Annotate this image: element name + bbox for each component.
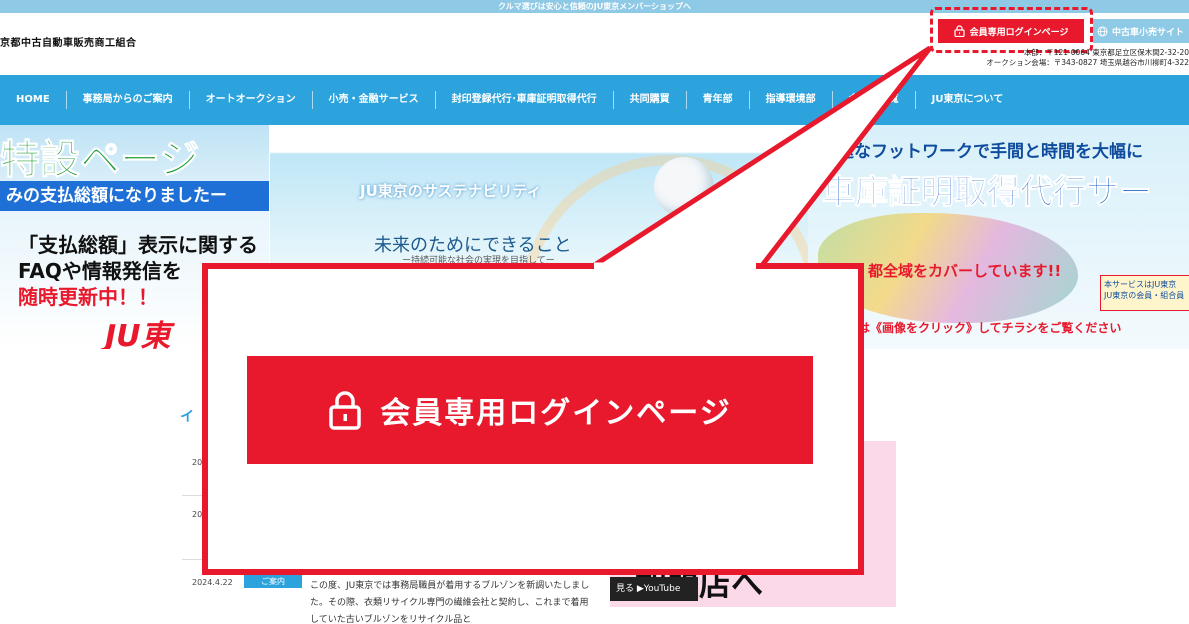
organization-name[interactable]: 京都中古自動車販売商工組合 (0, 34, 137, 49)
member-login-button[interactable]: 会員専用ログインページ (938, 19, 1084, 43)
nav-auto-auction[interactable]: オートオークション (190, 91, 313, 109)
banner-left-line1: 「支払総額」表示に関する (18, 233, 258, 257)
address-hq: 本部：〒121-0064 東京都足立区保木間2-32-20 (1023, 48, 1189, 57)
page-root: クルマ選びは安心と信頼のJU東京メンバーショップへ 京都中古自動車販売商工組合 … (0, 0, 1189, 624)
banner-left-line3: 随時更新中！！ (18, 285, 158, 309)
banner-garage-certificate[interactable]: 迅速なフットワークで手間と時間を大幅に 車庫証明取得代行サー 都全域をカバーして… (808, 125, 1189, 349)
banner-left-title: 特設ページ (0, 137, 200, 184)
member-login-label: 会員専用ログインページ (969, 27, 1069, 38)
nav-registration-agency[interactable]: 封印登録代行･車庫証明取得代行 (436, 91, 614, 109)
zoomed-member-login-button[interactable]: 会員専用ログインページ (247, 356, 813, 464)
banner-mid-tagline: ー持続可能な社会の実現を目指してー (402, 256, 555, 266)
news-date: 2024.4.22 (192, 578, 233, 587)
banner-right-cover: 都全域をカバーしています!! (868, 262, 1062, 280)
nav-office-notices[interactable]: 事務局からのご案内 (67, 91, 190, 109)
nav-about[interactable]: JU東京について (916, 91, 1020, 109)
globe-icon (1097, 26, 1108, 36)
banner-special-page[interactable]: 特設ページ みの支払総額になりましたー 「支払総額」表示に関する FAQや情報発… (0, 125, 269, 349)
used-car-site-button[interactable]: 中古車小売サイト (1093, 19, 1189, 43)
watch-on-youtube-button[interactable]: 見る ▶YouTube (610, 577, 698, 601)
banner-sustainability[interactable]: JU東京のサステナビリティ 未来のためにできること ー持続可能な社会の実現を目指… (270, 125, 808, 349)
banner-right-note: 本サービスはJU東京 JU東京の会員・組合員 (1100, 275, 1189, 311)
news-date: 20 (192, 510, 203, 519)
news-category-badge: ご案内 (244, 575, 302, 588)
banner-left-subtitle: みの支払総額になりましたー (0, 181, 269, 211)
lock-icon (953, 25, 965, 37)
nav-joint-purchase[interactable]: 共同購買 (614, 91, 687, 109)
banner-left-line2: FAQや情報発信を (18, 259, 182, 283)
address-auction: オークション会場：〒343-0827 埼玉県越谷市川柳町4-322 (986, 58, 1189, 67)
ju-logo: JU東 (105, 319, 171, 349)
address-block: 本部：〒121-0064 東京都足立区保木間2-32-20 オークション会場：〒… (960, 48, 1189, 68)
used-car-site-label: 中古車小売サイト (1112, 27, 1185, 38)
main-navigation: HOME 事務局からのご案内 オートオークション 小売・金融サービス 封印登録代… (0, 75, 1189, 125)
news-row[interactable]: 20 (182, 510, 592, 560)
nav-member-list[interactable]: 会員店一覧 (833, 91, 916, 109)
zoomed-member-login-label: 会員専用ログインページ (380, 396, 732, 431)
news-date: 2024 (192, 458, 213, 467)
lock-icon (329, 391, 362, 430)
banner-right-main: 車庫証明取得代行サー (822, 172, 1153, 212)
nav-guidance-environment[interactable]: 指導環境部 (750, 91, 833, 109)
news-section-heading: イ (180, 409, 194, 425)
youtube-video-embed[interactable]: 加盟店へ 見る ▶YouTube (610, 441, 896, 607)
news-row[interactable]: 2024.4.22 ご案内 この度、JU東京では事務局職員が着用するブルゾンを新… (182, 575, 592, 624)
nav-youth-division[interactable]: 青年部 (687, 91, 750, 109)
nav-home[interactable]: HOME (0, 91, 67, 109)
banner-mid-title: JU東京のサステナビリティ (360, 182, 542, 200)
banner-right-top: 迅速なフットワークで手間と時間を大幅に (820, 142, 1143, 162)
mascot-robot-image (654, 157, 714, 217)
news-excerpt[interactable]: この度、JU東京では事務局職員が着用するブルゾンを新調いたしました。その際、衣類… (310, 578, 590, 624)
top-announcement-text: クルマ選びは安心と信頼のJU東京メンバーショップへ (497, 2, 692, 11)
banner-right-click: は《画像をクリック》してチラシをご覧ください (858, 321, 1122, 335)
nav-retail-finance[interactable]: 小売・金融サービス (313, 91, 436, 109)
